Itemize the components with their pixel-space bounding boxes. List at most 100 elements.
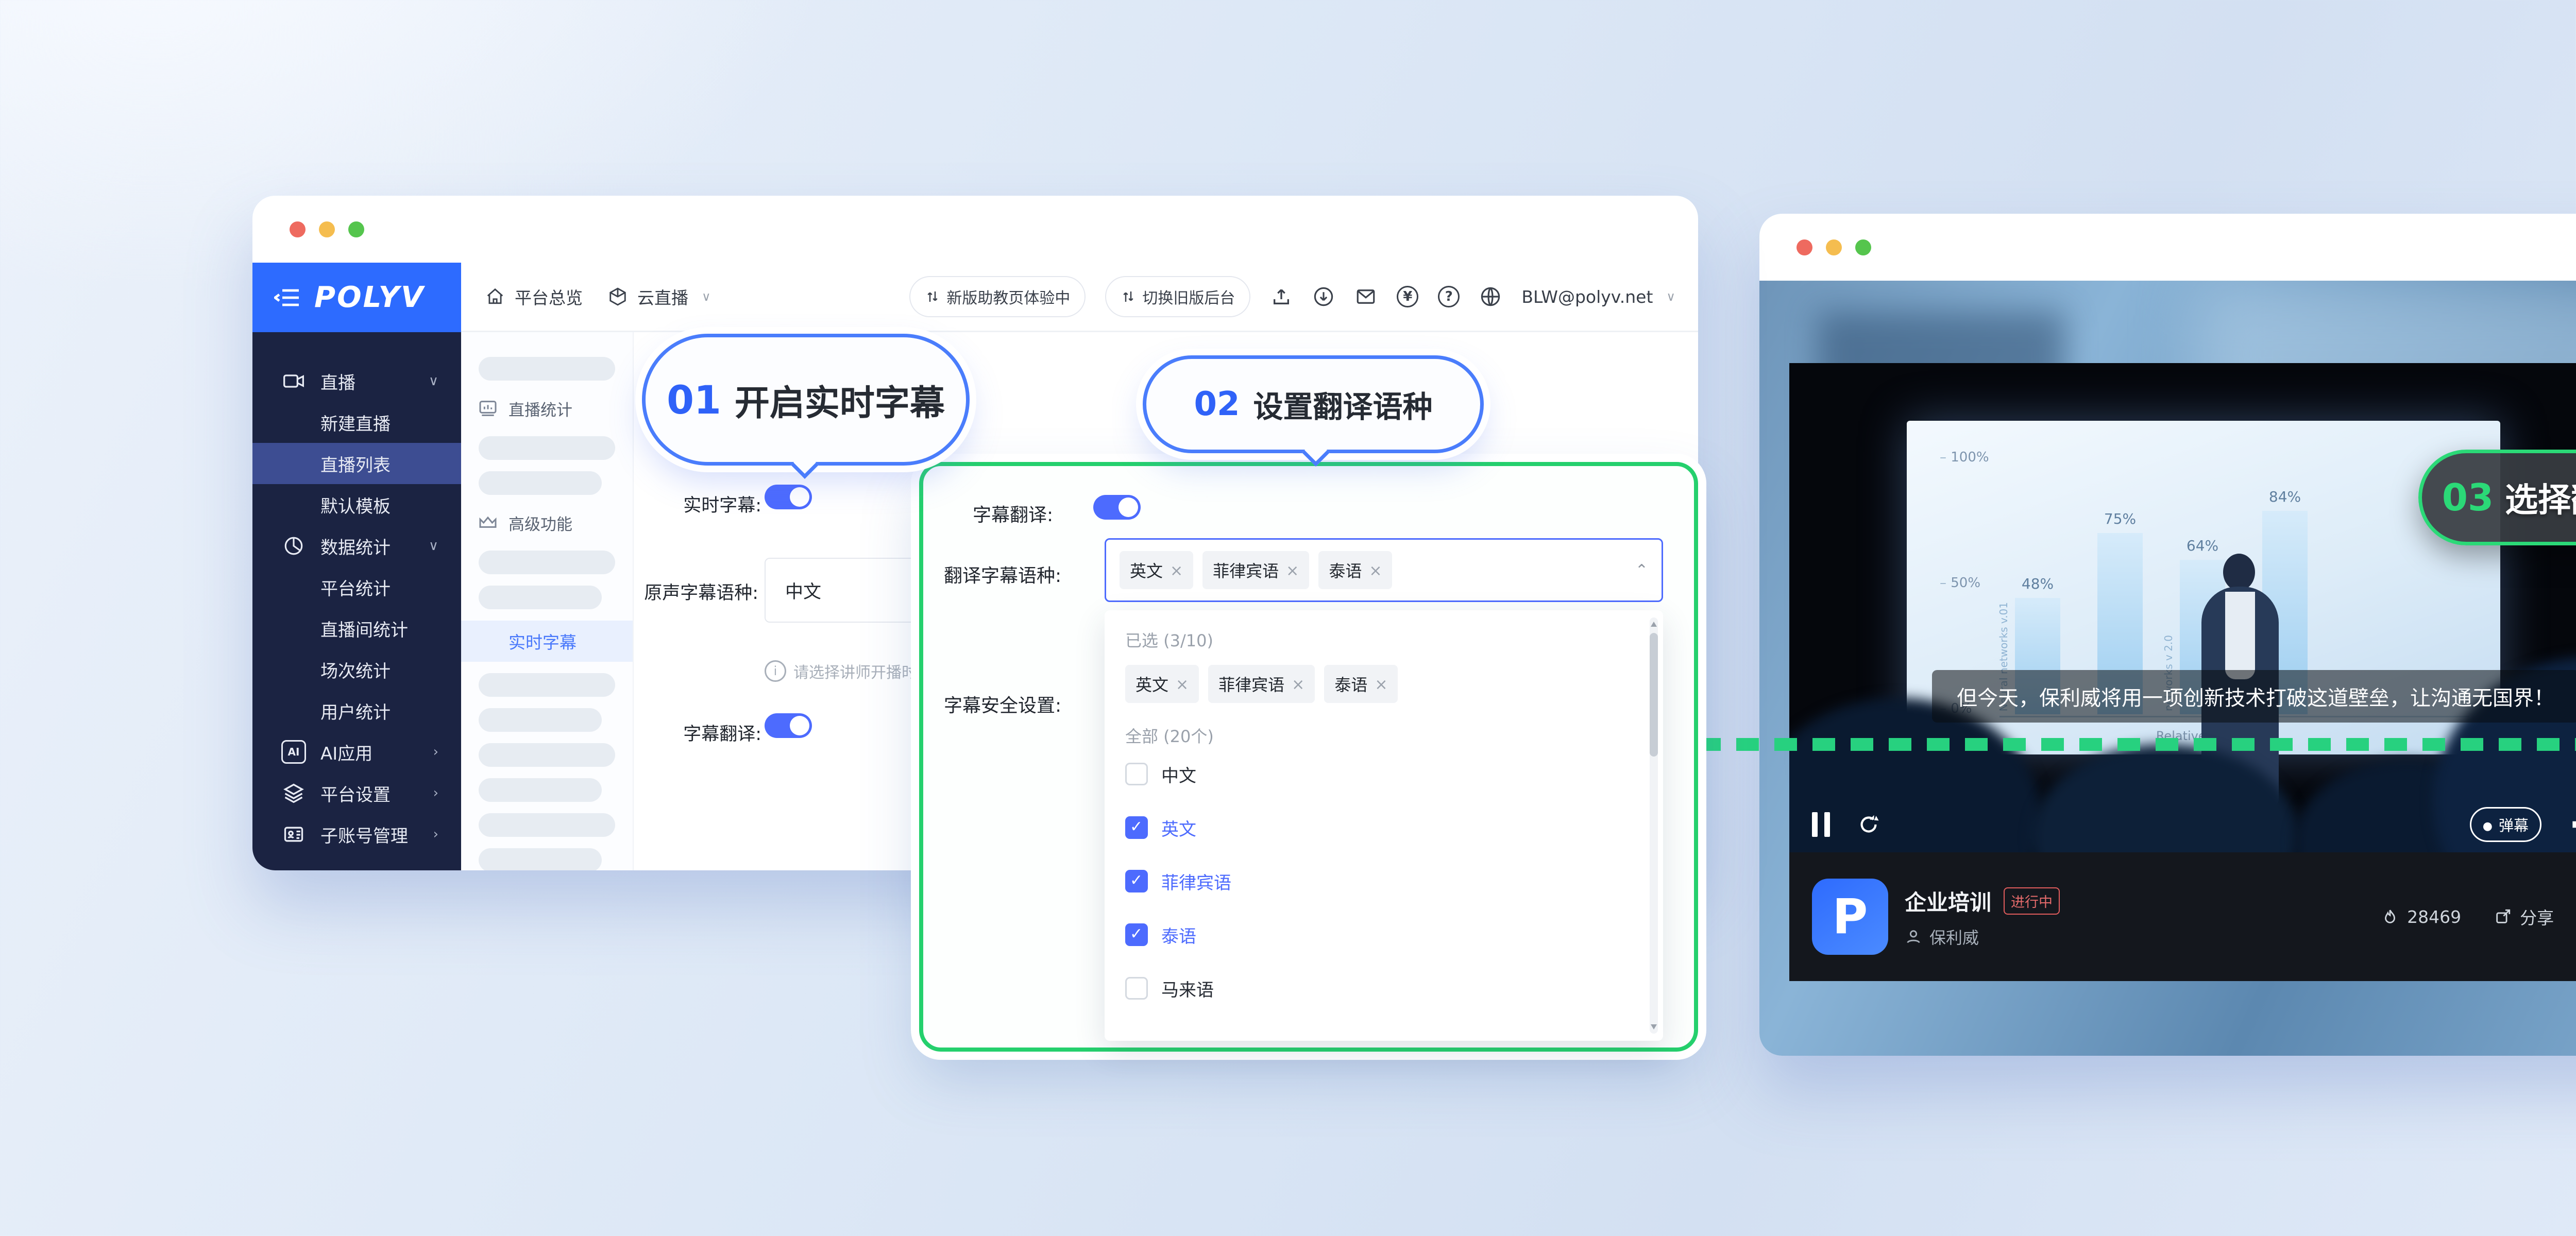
subnav-label: 直播统计: [509, 397, 572, 420]
pause-button[interactable]: [1812, 812, 1830, 837]
polyv-logo: POLYV: [314, 281, 425, 314]
subnav-section-advanced[interactable]: 高级功能: [461, 506, 633, 539]
minimize-window-icon[interactable]: [319, 221, 335, 237]
danmaku-toggle[interactable]: 弹幕: [2470, 807, 2541, 842]
close-window-icon[interactable]: [1797, 239, 1812, 255]
bar-value: 48%: [2022, 575, 2054, 592]
lang-option-fil[interactable]: 菲律宾语: [1125, 854, 1642, 908]
nav-platform-overview[interactable]: 平台总览: [484, 284, 583, 309]
lang-option-label: 中文: [1161, 762, 1196, 787]
realtime-subtitle-toggle[interactable]: [765, 485, 812, 509]
new-assistant-pill[interactable]: 新版助教页体验中: [909, 276, 1086, 317]
new-assistant-label: 新版助教页体验中: [946, 285, 1070, 308]
checkbox-icon[interactable]: [1125, 977, 1148, 1000]
sidebar-item-user-stats[interactable]: 用户统计: [252, 690, 461, 731]
account-menu[interactable]: BLW@polyv.net: [1521, 287, 1675, 307]
refresh-button[interactable]: [1857, 813, 1880, 836]
subnav-section-live-stats[interactable]: 直播统计: [461, 392, 633, 425]
lang-tag[interactable]: 英文: [1125, 665, 1199, 703]
nav-cloud-live[interactable]: 云直播: [606, 284, 711, 309]
sidebar-item-label: 数据统计: [320, 534, 391, 559]
ai-icon: [281, 740, 306, 764]
remove-icon[interactable]: [1170, 560, 1183, 580]
skeleton-pill: [479, 357, 615, 381]
lang-option-en[interactable]: 英文: [1125, 801, 1642, 854]
subnav-item-realtime-subtitle[interactable]: 实时字幕: [461, 621, 633, 662]
zoom-window-icon[interactable]: [1855, 239, 1871, 255]
danmaku-dot-icon: [2483, 816, 2493, 833]
sidebar-item-live-list[interactable]: 直播列表: [252, 443, 461, 484]
realtime-subtitle-label: 实时字幕:: [640, 491, 761, 517]
sidebar-item-room-stats[interactable]: 直播间统计: [252, 608, 461, 649]
scrollbar-thumb[interactable]: [1650, 633, 1658, 757]
sidebar-item-default-template[interactable]: 默认模板: [252, 484, 461, 525]
chevron-down-icon: ∨: [429, 538, 438, 554]
lang-tag[interactable]: 英文: [1120, 551, 1193, 589]
lang-option-zh[interactable]: 中文: [1125, 747, 1642, 801]
zoom-window-icon[interactable]: [348, 221, 364, 237]
checkbox-checked-icon[interactable]: [1125, 870, 1148, 892]
bar-value: 84%: [2269, 488, 2301, 505]
sidebar-item-ai-apps[interactable]: AI应用 ›: [252, 731, 461, 772]
sidebar-item-platform-settings[interactable]: 平台设置 ›: [252, 772, 461, 814]
langs-dropdown: 已选 (3/10) 英文 菲律宾语 泰语 全部 (20个) 中文 英文 菲律宾语…: [1105, 610, 1663, 1041]
step-number: 01: [667, 377, 721, 423]
old-console-pill[interactable]: 切换旧版后台: [1105, 276, 1250, 317]
sidebar-item-subaccounts[interactable]: 子账号管理 ›: [252, 814, 461, 855]
mail-icon[interactable]: [1354, 285, 1377, 308]
share-label: 分享: [2520, 904, 2554, 929]
help-icon[interactable]: ?: [1438, 286, 1460, 307]
sidebar-item-session-stats[interactable]: 场次统计: [252, 649, 461, 690]
chevron-right-icon: ›: [433, 785, 438, 801]
sidebar-item-platform-stats[interactable]: 平台统计: [252, 566, 461, 608]
collapse-menu-icon[interactable]: [274, 287, 301, 308]
lang-tag[interactable]: 菲律宾语: [1202, 551, 1309, 589]
lang-tag[interactable]: 菲律宾语: [1208, 665, 1315, 703]
sidebar-item-data-stats[interactable]: 数据统计 ∨: [252, 525, 461, 566]
slide-ytick: 100%: [1940, 450, 1989, 465]
subtitle-translate-label: 字幕翻译:: [640, 719, 761, 746]
globe-icon[interactable]: [1479, 285, 1502, 308]
billing-icon[interactable]: ¥: [1397, 286, 1418, 307]
volume-icon[interactable]: [2568, 812, 2576, 837]
checkbox-icon[interactable]: [1125, 763, 1148, 785]
subnav-active-label: 实时字幕: [509, 629, 577, 654]
translate-langs-select[interactable]: 英文 菲律宾语 泰语: [1105, 538, 1663, 602]
checkbox-checked-icon[interactable]: [1125, 816, 1148, 839]
skeleton-pill: [479, 813, 615, 837]
download-icon[interactable]: [1312, 285, 1335, 308]
upload-icon[interactable]: [1270, 285, 1293, 308]
view-count-value: 28469: [2407, 907, 2461, 927]
share-icon: [2494, 908, 2512, 925]
subtitle-translate-toggle[interactable]: [765, 713, 812, 738]
skeleton-pill: [479, 778, 602, 802]
panel-translate-toggle[interactable]: [1093, 495, 1141, 520]
remove-icon[interactable]: [1286, 560, 1299, 580]
lang-option-ms[interactable]: 马来语: [1125, 962, 1642, 1015]
window-titlebar: [252, 196, 1698, 263]
scroll-up-icon[interactable]: [1651, 622, 1657, 627]
scroll-down-icon[interactable]: [1651, 1024, 1657, 1029]
video-area[interactable]: 100% 50% 0% 48% Neural networks v.01 75%…: [1789, 363, 2576, 852]
share-button[interactable]: 分享: [2494, 904, 2554, 929]
remove-icon[interactable]: [1176, 674, 1189, 694]
lang-option-th[interactable]: 泰语: [1125, 908, 1642, 962]
video-subtitle-overlay: 但今天，保利威将用一项创新技术打破这道壁垒，让沟通无国界！: [1932, 670, 2576, 723]
remove-icon[interactable]: [1369, 560, 1382, 580]
remove-icon[interactable]: [1375, 674, 1387, 694]
skeleton-pill: [479, 586, 602, 609]
lang-tag[interactable]: 泰语: [1318, 551, 1392, 589]
sidebar-item-live[interactable]: 直播 ∨: [252, 360, 461, 402]
sidebar-item-label: 平台设置: [320, 781, 391, 806]
panel-translate-label: 字幕翻译:: [973, 500, 1053, 527]
sidebar-item-new-live[interactable]: 新建直播: [252, 402, 461, 443]
chevron-right-icon: ›: [433, 744, 438, 760]
remove-icon[interactable]: [1292, 674, 1304, 694]
checkbox-checked-icon[interactable]: [1125, 923, 1148, 946]
hint-text: 请选择讲师开播时的: [793, 660, 933, 682]
dropdown-scrollbar[interactable]: [1650, 617, 1658, 1034]
home-icon: [484, 285, 506, 308]
close-window-icon[interactable]: [290, 221, 306, 237]
lang-tag[interactable]: 泰语: [1324, 665, 1398, 703]
minimize-window-icon[interactable]: [1826, 239, 1842, 255]
